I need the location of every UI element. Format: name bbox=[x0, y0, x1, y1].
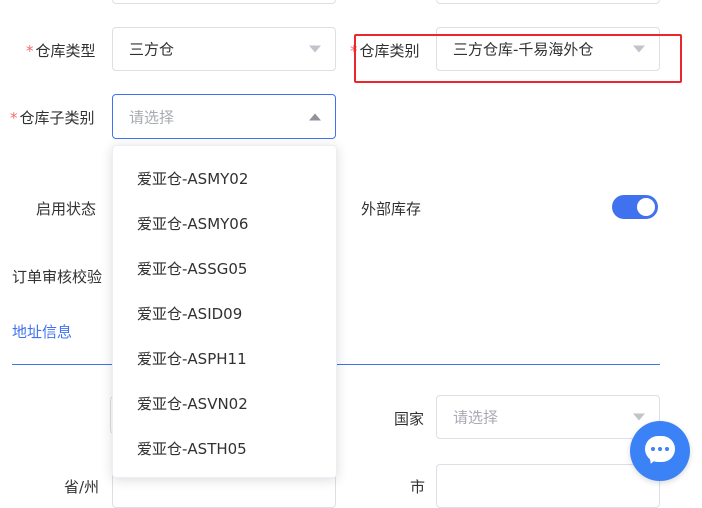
dropdown-option[interactable]: 爱亚仓-ASVN02 bbox=[137, 393, 248, 414]
chevron-up-icon bbox=[309, 113, 321, 120]
enable-status-label: 启用状态 bbox=[36, 200, 97, 218]
country-select[interactable]: 请选择 bbox=[436, 395, 660, 439]
order-review-label: 订单审核校验 bbox=[12, 268, 103, 286]
chevron-down-icon bbox=[309, 45, 321, 53]
top-input-left-partial[interactable] bbox=[112, 0, 336, 4]
warehouse-type-label: * 仓库类型 bbox=[26, 42, 96, 60]
country-placeholder: 请选择 bbox=[453, 408, 499, 427]
warehouse-subcategory-select[interactable]: 请选择 bbox=[112, 94, 336, 139]
subcategory-dropdown: 爱亚仓-ASMY02 爱亚仓-ASMY06 爱亚仓-ASSG05 爱亚仓-ASI… bbox=[112, 145, 337, 478]
external-stock-label: 外部库存 bbox=[361, 200, 422, 218]
external-stock-toggle[interactable] bbox=[612, 195, 658, 219]
dropdown-option[interactable]: 爱亚仓-ASMY06 bbox=[137, 213, 248, 234]
warehouse-type-select[interactable]: 三方仓 bbox=[112, 27, 336, 71]
country-label: 国家 bbox=[394, 410, 425, 428]
warehouse-subcategory-placeholder: 请选择 bbox=[129, 108, 175, 126]
dropdown-option[interactable]: 爱亚仓-ASTH05 bbox=[137, 438, 247, 459]
chat-button[interactable] bbox=[630, 421, 690, 481]
required-asterisk: * bbox=[10, 109, 18, 127]
dropdown-option[interactable]: 爱亚仓-ASPH11 bbox=[137, 348, 247, 369]
highlight-box bbox=[354, 34, 682, 83]
required-asterisk: * bbox=[26, 42, 34, 60]
dropdown-option[interactable]: 爱亚仓-ASMY02 bbox=[137, 168, 248, 189]
address-section-title: 地址信息 bbox=[12, 323, 73, 341]
warehouse-type-value: 三方仓 bbox=[129, 40, 175, 59]
toggle-knob bbox=[637, 198, 655, 216]
dropdown-option[interactable]: 爱亚仓-ASID09 bbox=[137, 303, 242, 324]
chevron-down-icon bbox=[633, 413, 645, 421]
dropdown-option[interactable]: 爱亚仓-ASSG05 bbox=[137, 258, 247, 279]
top-input-right-partial[interactable] bbox=[436, 0, 660, 4]
city-input[interactable] bbox=[436, 464, 660, 508]
warehouse-subcategory-label: * 仓库子类别 bbox=[10, 109, 95, 127]
